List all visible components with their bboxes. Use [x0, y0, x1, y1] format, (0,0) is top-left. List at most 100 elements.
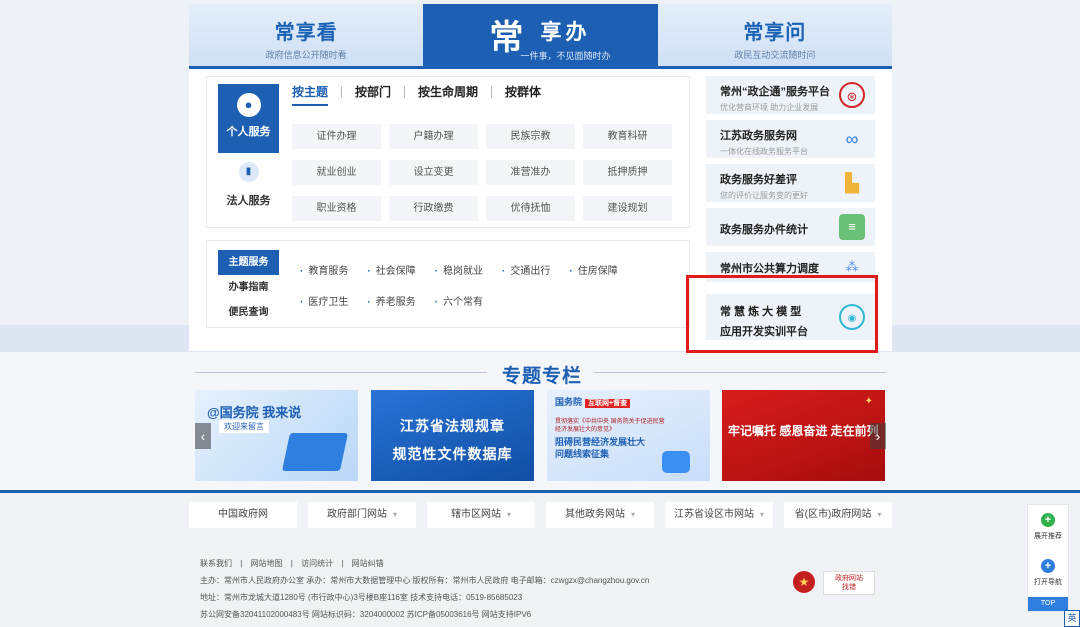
- topic-link[interactable]: 养老服务: [367, 293, 416, 308]
- side-item-label: 法人服务: [226, 195, 271, 207]
- card-rating[interactable]: 政务服务好差评 您的评价让服务变的更好 ▙: [706, 164, 875, 202]
- plus-icon: +: [1041, 559, 1055, 573]
- carousel-prev-button[interactable]: ‹: [195, 423, 211, 449]
- banner-main: 阻碍民营经济发展壮大 问题线索征集: [555, 436, 645, 460]
- gov-site-correction-badge[interactable]: 政府网站 找错: [823, 571, 875, 595]
- divider-right: [594, 372, 886, 373]
- banner-main-line1: 阻碍民营经济发展壮大: [555, 437, 646, 447]
- float-label: 打开导航: [1034, 579, 1062, 586]
- language-switch-button[interactable]: 英: [1064, 610, 1080, 627]
- tab-title: 常享问: [743, 22, 807, 44]
- card-zhengqitong[interactable]: 常州“政企通”服务平台 优化营商环境 助力企业发展 ⊛: [706, 76, 875, 114]
- carousel-next-button[interactable]: ›: [870, 423, 886, 449]
- clipboard-icon: ≡: [839, 214, 865, 240]
- tab-changxiangwen[interactable]: 常享问 政民互动交流随时问: [657, 4, 892, 66]
- badge-line2: 找错: [842, 584, 856, 591]
- side-item-legal[interactable]: ▮ 法人服务: [218, 153, 279, 222]
- footer-link-provinces[interactable]: 省(区市)政府网站 ▾: [784, 502, 892, 528]
- category-tabs: 按主题 按部门 按生命周期 按群体: [292, 86, 554, 98]
- footer-nav-correction[interactable]: 网站纠错: [352, 559, 384, 568]
- topic-link[interactable]: 住房保障: [569, 262, 618, 277]
- topic-link[interactable]: 六个常有: [435, 293, 483, 308]
- laptop-icon: [281, 433, 349, 471]
- card-jiangsu-gov[interactable]: 江苏政务服务网 一体化在线政务服务平台 ∞: [706, 120, 875, 158]
- tab-title: 享办: [540, 21, 591, 44]
- expand-recommend-button[interactable]: + 展开推荐: [1028, 505, 1068, 551]
- tab-changxiangban[interactable]: 常 享办 一件事，不见面随时办: [423, 4, 658, 66]
- banner-regulations-db[interactable]: 江苏省法规规章 规范性文件数据库: [371, 390, 534, 481]
- service-cell[interactable]: 户籍办理: [389, 124, 478, 149]
- topic-side-theme[interactable]: 主题服务: [218, 250, 279, 275]
- banner-desc: 贯彻落实《中共中央 国务院关于促进民营经济发展壮大的意见》: [555, 419, 665, 433]
- topic-link[interactable]: 交通出行: [502, 262, 550, 277]
- services-side-nav: ● 个人服务 ▮ 法人服务: [218, 84, 279, 222]
- service-cell[interactable]: 就业创业: [292, 160, 381, 185]
- service-cell[interactable]: 教育科研: [583, 124, 672, 149]
- back-to-top-button[interactable]: TOP: [1028, 597, 1068, 611]
- cat-tab-department[interactable]: 按部门: [341, 86, 404, 98]
- service-cell[interactable]: 抵押质押: [583, 160, 672, 185]
- service-cell[interactable]: 行政缴费: [389, 196, 478, 221]
- topic-side-query[interactable]: 便民查询: [218, 300, 279, 325]
- header-tabs: 常享看 政府信息公开随时看 常 享办 一件事，不见面随时办 常享问 政民互动交流…: [189, 4, 892, 66]
- chevron-down-icon: ▾: [630, 510, 635, 519]
- banner-main-line2: 问题线索征集: [555, 449, 610, 459]
- service-cell[interactable]: 优待抚恤: [486, 196, 575, 221]
- thumbs-up-icon: ▙: [845, 173, 859, 193]
- footer-link-other[interactable]: 其他政务网站 ▾: [546, 502, 654, 528]
- active-tab-underline: [292, 104, 328, 106]
- footer-nav-separator: |: [341, 559, 344, 568]
- footer-link-selects: 中国政府网 政府部门网站 ▾ 辖市区网站 ▾ 其他政务网站 ▾ 江苏省设区市网站 ▾ 省…: [189, 502, 892, 528]
- service-grid: 证件办理 户籍办理 民族宗教 教育科研 就业创业 设立变更 准营准办 抵押质押 …: [292, 124, 676, 221]
- service-cell[interactable]: 设立变更: [389, 160, 478, 185]
- service-cell[interactable]: 职业资格: [292, 196, 381, 221]
- tab-subtitle: 政府信息公开随时看: [265, 50, 347, 60]
- chevron-down-icon: ▾: [506, 510, 511, 519]
- banner-head: 国务院 互联网+督查: [555, 395, 631, 408]
- topic-side-guide[interactable]: 办事指南: [218, 275, 279, 300]
- banner-head-text: 国务院: [555, 397, 583, 407]
- cat-tab-lifecycle[interactable]: 按生命周期: [404, 86, 491, 98]
- footer-nav-separator: |: [290, 559, 293, 568]
- banner-tag: 互联网+督查: [585, 399, 631, 408]
- service-cell[interactable]: 证件办理: [292, 124, 381, 149]
- footer-link-china-gov[interactable]: 中国政府网: [189, 502, 297, 528]
- banner-motto[interactable]: ✦ 牢记嘱托 感恩奋进 走在前列: [722, 390, 885, 481]
- footer-link-jiangsu-cities[interactable]: 江苏省设区市网站 ▾: [665, 502, 773, 528]
- footer-registration: 苏公网安备32041102000483号 网站标识码：3204000002 苏I…: [200, 610, 532, 619]
- side-item-label: 个人服务: [226, 126, 271, 138]
- tab-changxiangkan[interactable]: 常享看 政府信息公开随时看: [189, 4, 424, 66]
- footer-nav-stats[interactable]: 访问统计: [301, 559, 333, 568]
- service-cell[interactable]: 民族宗教: [486, 124, 575, 149]
- topic-list: 教育服务 社会保障 稳岗就业 交通出行 住房保障 医疗卫生 养老服务 六个常有: [300, 262, 670, 308]
- special-section-title: 专题专栏: [502, 366, 583, 387]
- footer-nav: 联系我们 | 网站地图 | 访问统计 | 网站纠错: [200, 555, 649, 572]
- open-navigation-button[interactable]: + 打开导航: [1028, 551, 1068, 597]
- cat-tab-group[interactable]: 按群体: [491, 86, 554, 98]
- banner-state-council[interactable]: @国务院 我来说 欢迎来留言: [195, 390, 358, 481]
- tab-subtitle: 政民互动交流随时问: [734, 50, 816, 60]
- card-statistics[interactable]: 政务服务办件统计 ≡: [706, 208, 875, 246]
- link-label: 政府部门网站: [326, 509, 387, 520]
- topic-link[interactable]: 稳岗就业: [435, 262, 483, 277]
- banner-private-economy[interactable]: 国务院 互联网+督查 贯彻落实《中共中央 国务院关于促进民营经济发展壮大的意见》 …: [547, 390, 710, 481]
- banner-title: @国务院 我来说: [207, 405, 302, 420]
- footer-link-departments[interactable]: 政府部门网站 ▾: [308, 502, 416, 528]
- footer-link-districts[interactable]: 辖市区网站 ▾: [427, 502, 535, 528]
- cat-tab-theme[interactable]: 按主题: [292, 86, 341, 98]
- footer-address: 地址：常州市龙城大道1280号 (市行政中心)3号楼B座116室 技术支持电话：…: [200, 593, 523, 602]
- topic-link[interactable]: 社会保障: [367, 262, 416, 277]
- footer-nav-sitemap[interactable]: 网站地图: [251, 559, 283, 568]
- banner-text: 牢记嘱托 感恩奋进 走在前列: [728, 424, 879, 438]
- topic-link[interactable]: 医疗卫生: [300, 293, 348, 308]
- topic-link[interactable]: 教育服务: [300, 262, 348, 277]
- floating-toolbar: + 展开推荐 + 打开导航 TOP: [1027, 504, 1069, 612]
- side-item-personal[interactable]: ● 个人服务: [218, 84, 279, 153]
- tab-title: 常享看: [274, 22, 338, 44]
- party-emblem-icon[interactable]: ★: [793, 571, 815, 593]
- footer-nav-contact[interactable]: 联系我们: [200, 559, 232, 568]
- service-cell[interactable]: 准营准办: [486, 160, 575, 185]
- seal-icon: ⊛: [839, 82, 865, 108]
- chevron-down-icon: ▾: [877, 510, 882, 519]
- service-cell[interactable]: 建设规划: [583, 196, 672, 221]
